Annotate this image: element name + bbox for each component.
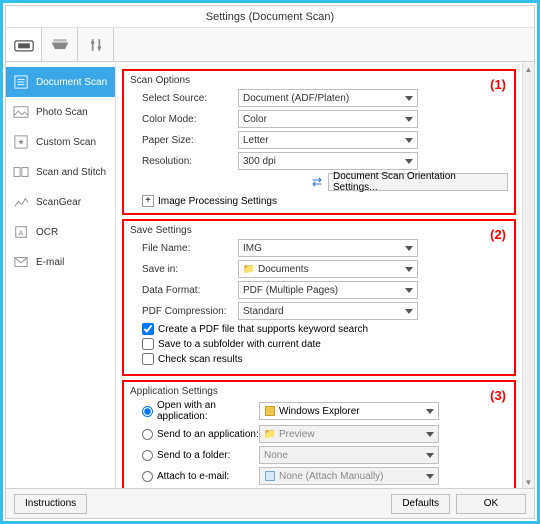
label-data-format: Data Format: — [130, 285, 238, 296]
sidebar-item-label: Scan and Stitch — [36, 167, 106, 178]
checkbox-pdf-keyword[interactable]: Create a PDF file that supports keyword … — [142, 323, 508, 335]
sidebar: Document Scan Photo Scan ★ Custom Scan S… — [6, 63, 116, 488]
section-save-settings: (2) Save Settings File Name: IMG Save in… — [122, 219, 516, 376]
footer: Instructions Defaults OK — [6, 488, 534, 518]
section-title: Application Settings — [130, 386, 508, 397]
sidebar-item-scan-and-stitch[interactable]: Scan and Stitch — [6, 157, 115, 187]
label-file-name: File Name: — [130, 243, 238, 254]
label-send-app: Send to an application: — [157, 429, 259, 440]
svg-text:A: A — [19, 231, 24, 238]
sidebar-item-ocr[interactable]: A OCR — [6, 217, 115, 247]
radio-send-app[interactable] — [142, 429, 153, 440]
folder-icon: 📁 — [243, 263, 255, 275]
dropdown-file-name[interactable]: IMG — [238, 239, 418, 257]
svg-text:★: ★ — [17, 138, 24, 147]
label-resolution: Resolution: — [130, 156, 238, 167]
label-select-source: Select Source: — [130, 93, 238, 104]
sidebar-item-scangear[interactable]: ScanGear — [6, 187, 115, 217]
plus-icon: + — [142, 195, 154, 207]
section-number-1: (1) — [490, 77, 506, 92]
sidebar-item-email[interactable]: E-mail — [6, 247, 115, 277]
radio-attach-email[interactable] — [142, 471, 153, 482]
checkbox-input[interactable] — [142, 338, 154, 350]
toolbar-tab-feeder[interactable] — [42, 28, 78, 61]
checkbox-input[interactable] — [142, 323, 154, 335]
mail-icon — [264, 470, 276, 482]
label-attach-email: Attach to e-mail: — [157, 471, 259, 482]
app-icon — [264, 405, 276, 417]
label-pdf-compression: PDF Compression: — [130, 306, 238, 317]
label-open-with: Open with an application: — [157, 400, 259, 422]
dropdown-paper-size[interactable]: Letter — [238, 131, 418, 149]
label-save-in: Save in: — [130, 264, 238, 275]
toolbar-tab-tools[interactable] — [78, 28, 114, 61]
section-application-settings: (3) Application Settings Open with an ap… — [122, 380, 516, 488]
sidebar-item-label: OCR — [36, 227, 58, 238]
instructions-button[interactable]: Instructions — [14, 494, 87, 514]
dropdown-color-mode[interactable]: Color — [238, 110, 418, 128]
section-number-3: (3) — [490, 388, 506, 403]
checkbox-input[interactable] — [142, 353, 154, 365]
sidebar-item-document-scan[interactable]: Document Scan — [6, 67, 115, 97]
label-color-mode: Color Mode: — [130, 114, 238, 125]
dropdown-pdf-compression[interactable]: Standard — [238, 302, 418, 320]
checkbox-subfolder[interactable]: Save to a subfolder with current date — [142, 338, 508, 350]
label-send-folder: Send to a folder: — [157, 450, 259, 461]
sidebar-item-label: Custom Scan — [36, 137, 96, 148]
checkbox-check-results[interactable]: Check scan results — [142, 353, 508, 365]
scroll-up-icon[interactable]: ▲ — [523, 63, 534, 75]
sidebar-item-custom-scan[interactable]: ★ Custom Scan — [6, 127, 115, 157]
section-title: Scan Options — [130, 75, 508, 86]
radio-send-folder[interactable] — [142, 450, 153, 461]
image-processing-expander[interactable]: + Image Processing Settings — [142, 195, 508, 207]
label-paper-size: Paper Size: — [130, 135, 238, 146]
titlebar: Settings (Document Scan) — [6, 6, 534, 28]
toolbar — [6, 28, 534, 62]
dropdown-send-folder[interactable]: None — [259, 446, 439, 464]
sidebar-item-label: Document Scan — [36, 77, 107, 88]
sidebar-item-label: ScanGear — [36, 197, 81, 208]
scroll-down-icon[interactable]: ▼ — [523, 476, 534, 488]
swap-icon[interactable]: ⇄ — [312, 175, 322, 189]
dropdown-send-app[interactable]: 📁Preview — [259, 425, 439, 443]
defaults-button[interactable]: Defaults — [391, 494, 450, 514]
sidebar-item-photo-scan[interactable]: Photo Scan — [6, 97, 115, 127]
section-title: Save Settings — [130, 225, 508, 236]
dropdown-resolution[interactable]: 300 dpi — [238, 152, 418, 170]
sidebar-item-label: E-mail — [36, 257, 64, 268]
folder-icon: 📁 — [264, 428, 276, 440]
section-scan-options: (1) Scan Options Select Source: Document… — [122, 69, 516, 215]
vertical-scrollbar[interactable]: ▲ ▼ — [522, 63, 534, 488]
dropdown-attach-email[interactable]: None (Attach Manually) — [259, 467, 439, 485]
dropdown-save-in[interactable]: 📁Documents — [238, 260, 418, 278]
orientation-settings-button[interactable]: Document Scan Orientation Settings... — [328, 173, 508, 191]
toolbar-tab-scan[interactable] — [6, 28, 42, 61]
ok-button[interactable]: OK — [456, 494, 526, 514]
dropdown-data-format[interactable]: PDF (Multiple Pages) — [238, 281, 418, 299]
dropdown-select-source[interactable]: Document (ADF/Platen) — [238, 89, 418, 107]
section-number-2: (2) — [490, 227, 506, 242]
dropdown-open-with[interactable]: Windows Explorer — [259, 402, 439, 420]
sidebar-item-label: Photo Scan — [36, 107, 88, 118]
radio-open-with[interactable] — [142, 406, 153, 417]
